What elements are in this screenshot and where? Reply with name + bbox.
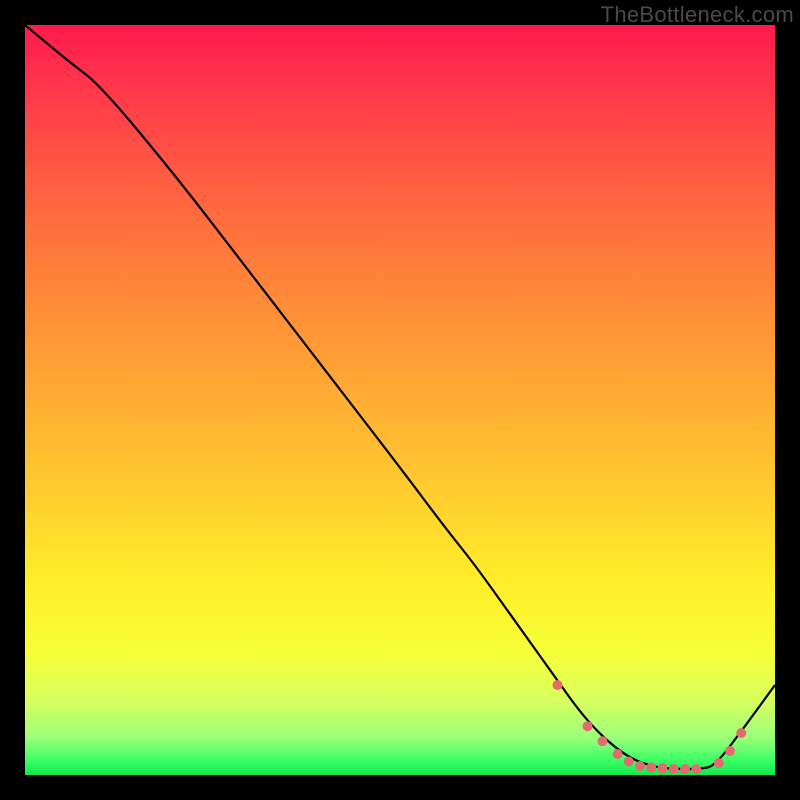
marker-dot xyxy=(658,763,668,773)
marker-dot xyxy=(646,763,656,773)
watermark-text: TheBottleneck.com xyxy=(601,2,794,28)
marker-dot xyxy=(553,680,563,690)
marker-group xyxy=(553,680,747,774)
marker-dot xyxy=(714,758,724,768)
marker-dot xyxy=(691,764,701,774)
marker-dot xyxy=(624,757,634,767)
main-curve xyxy=(25,25,775,769)
marker-dot xyxy=(680,764,690,774)
plot-area xyxy=(25,25,775,775)
marker-dot xyxy=(598,736,608,746)
marker-dot xyxy=(635,761,645,771)
chart-stage: TheBottleneck.com xyxy=(0,0,800,800)
marker-dot xyxy=(736,728,746,738)
marker-dot xyxy=(583,721,593,731)
curve-svg xyxy=(25,25,775,775)
marker-dot xyxy=(669,764,679,774)
marker-dot xyxy=(725,746,735,756)
marker-dot xyxy=(613,749,623,759)
